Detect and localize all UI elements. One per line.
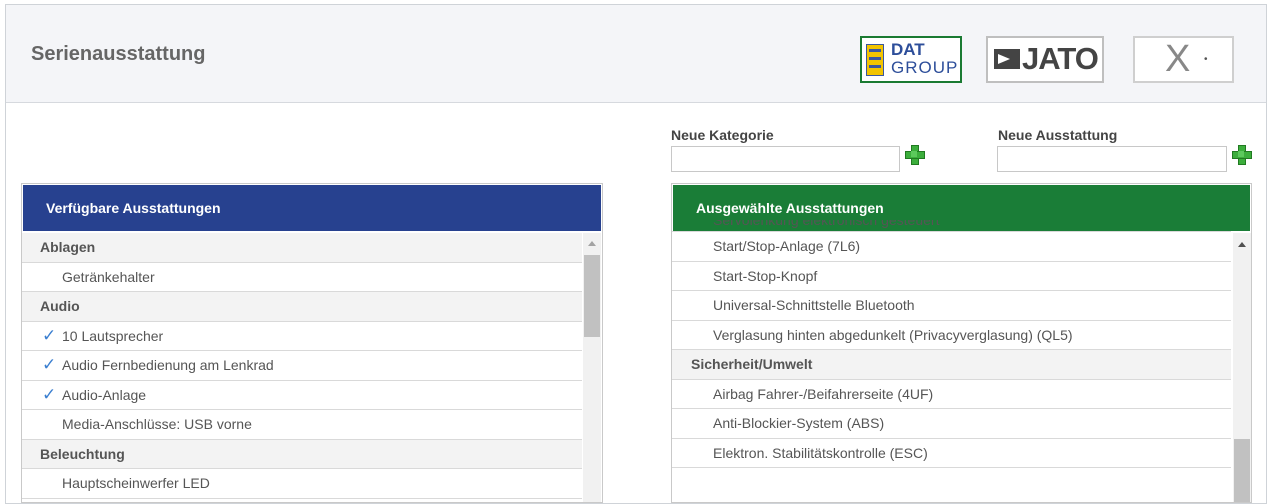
jato-logo-button[interactable]: JATO bbox=[986, 36, 1104, 83]
new-category-label: Neue Kategorie bbox=[671, 127, 774, 143]
equipment-row[interactable]: Getränkehalter bbox=[22, 263, 582, 292]
equipment-label: Verglasung hinten abgedunkelt (Privacyve… bbox=[713, 326, 1073, 343]
equipment-label: Elektron. Stabilitätskontrolle (ESC) bbox=[713, 444, 928, 461]
checkmark-icon: ✓ bbox=[42, 384, 57, 404]
dat-group-logo-button[interactable]: DAT GROUP bbox=[860, 36, 962, 83]
equipment-row[interactable]: Media-Anschlüsse: USB vorne bbox=[22, 410, 582, 440]
equipment-row[interactable]: Hauptscheinwerfer LED bbox=[22, 469, 582, 499]
x24-logo-button[interactable]: X • bbox=[1133, 36, 1234, 83]
dialog-header: Serienausstattung DAT GROUP JATO X • bbox=[6, 5, 1266, 103]
category-row: Beleuchtung bbox=[22, 439, 582, 469]
equipment-label: 10 Lautsprecher bbox=[62, 327, 164, 344]
scroll-up-arrow-icon[interactable] bbox=[1238, 242, 1246, 247]
category-label: Ablagen bbox=[40, 239, 96, 255]
equipment-label: Audio-Anlage bbox=[62, 386, 147, 403]
selected-scrollbar[interactable] bbox=[1233, 233, 1251, 502]
equipment-row[interactable]: Verglasung hinten abgedunkelt (Privacyve… bbox=[672, 321, 1231, 350]
equipment-label: Universal-Schnittstelle Bluetooth bbox=[713, 297, 915, 313]
x24-dot-icon: • bbox=[1204, 54, 1208, 65]
jato-arrow-icon bbox=[994, 49, 1020, 69]
equipment-row[interactable]: Start/Stop-Anlage (7L6) bbox=[672, 232, 1231, 262]
available-equipment-panel: Verfügbare Ausstattungen Ablagen Getränke… bbox=[21, 183, 603, 503]
category-row: Ablagen bbox=[22, 233, 582, 263]
equipment-row[interactable]: Start-Stop-Knopf bbox=[672, 262, 1231, 291]
available-equipment-header: Verfügbare Ausstattungen bbox=[23, 185, 601, 231]
new-equipment-label: Neue Ausstattung bbox=[998, 127, 1118, 143]
new-equipment-input[interactable] bbox=[997, 146, 1227, 172]
available-scroll-thumb[interactable] bbox=[584, 255, 600, 337]
equipment-label: Servolenkung elektronisch gesteuert bbox=[713, 220, 940, 228]
checkmark-icon: ✓ bbox=[42, 355, 57, 374]
category-label: Audio bbox=[40, 298, 80, 314]
category-row: Sicherheit/Umwelt bbox=[672, 350, 1231, 380]
equipment-label: Hauptscheinwerfer LED bbox=[62, 475, 210, 491]
dat-badge-icon bbox=[866, 44, 884, 76]
add-category-plus-icon[interactable] bbox=[905, 145, 925, 165]
add-equipment-plus-icon[interactable] bbox=[1232, 145, 1252, 165]
available-scrollbar[interactable] bbox=[583, 233, 601, 502]
checkmark-icon: ✓ bbox=[42, 325, 57, 345]
selected-equipment-panel: Ausgewählte Ausstattungen Servolenkung e… bbox=[671, 183, 1252, 503]
x24-logo-text: X bbox=[1165, 38, 1191, 80]
selected-equipment-list: Servolenkung elektronisch gesteuert Start… bbox=[672, 220, 1231, 502]
equipment-row[interactable]: Airbag Fahrer-/Beifahrerseite (4UF) bbox=[672, 380, 1231, 409]
equipment-label: Getränkehalter bbox=[62, 268, 155, 285]
available-equipment-list: Ablagen Getränkehalter Audio ✓ 10 Lautsprech… bbox=[22, 233, 582, 502]
equipment-row[interactable]: Anti-Blockier-System (ABS) bbox=[672, 409, 1231, 439]
equipment-row[interactable]: ✓ Audio-Anlage bbox=[22, 381, 582, 410]
page-title: Serienausstattung bbox=[31, 43, 206, 65]
jato-logo-text: JATO bbox=[1022, 41, 1099, 76]
equipment-label: Start-Stop-Knopf bbox=[713, 267, 818, 284]
dat-logo-subtext: GROUP bbox=[891, 58, 959, 77]
equipment-row[interactable]: Universal-Schnittstelle Bluetooth bbox=[672, 291, 1231, 321]
category-row: Audio bbox=[22, 292, 582, 322]
equipment-row[interactable]: ✓ Audio Fernbedienung am Lenkrad bbox=[22, 351, 582, 381]
equipment-label: Media-Anschlüsse: USB vorne bbox=[62, 416, 252, 432]
new-category-input[interactable] bbox=[671, 146, 900, 172]
equipment-label: Start/Stop-Anlage (7L6) bbox=[713, 238, 861, 254]
selected-scroll-thumb[interactable] bbox=[1234, 439, 1250, 502]
dat-logo-text: DAT bbox=[891, 40, 925, 59]
category-label: Beleuchtung bbox=[40, 445, 125, 462]
category-label: Sicherheit/Umwelt bbox=[691, 356, 813, 372]
equipment-row[interactable]: ✓ 10 Lautsprecher bbox=[22, 322, 582, 351]
equipment-label: Anti-Blockier-System (ABS) bbox=[713, 415, 885, 431]
equipment-label: Audio Fernbedienung am Lenkrad bbox=[62, 357, 274, 373]
equipment-row[interactable]: Elektron. Stabilitätskontrolle (ESC) bbox=[672, 439, 1231, 468]
equipment-row[interactable]: Servolenkung elektronisch gesteuert bbox=[672, 220, 1231, 232]
scroll-up-arrow-icon[interactable] bbox=[588, 241, 596, 246]
equipment-label: Airbag Fahrer-/Beifahrerseite (4UF) bbox=[713, 385, 934, 402]
